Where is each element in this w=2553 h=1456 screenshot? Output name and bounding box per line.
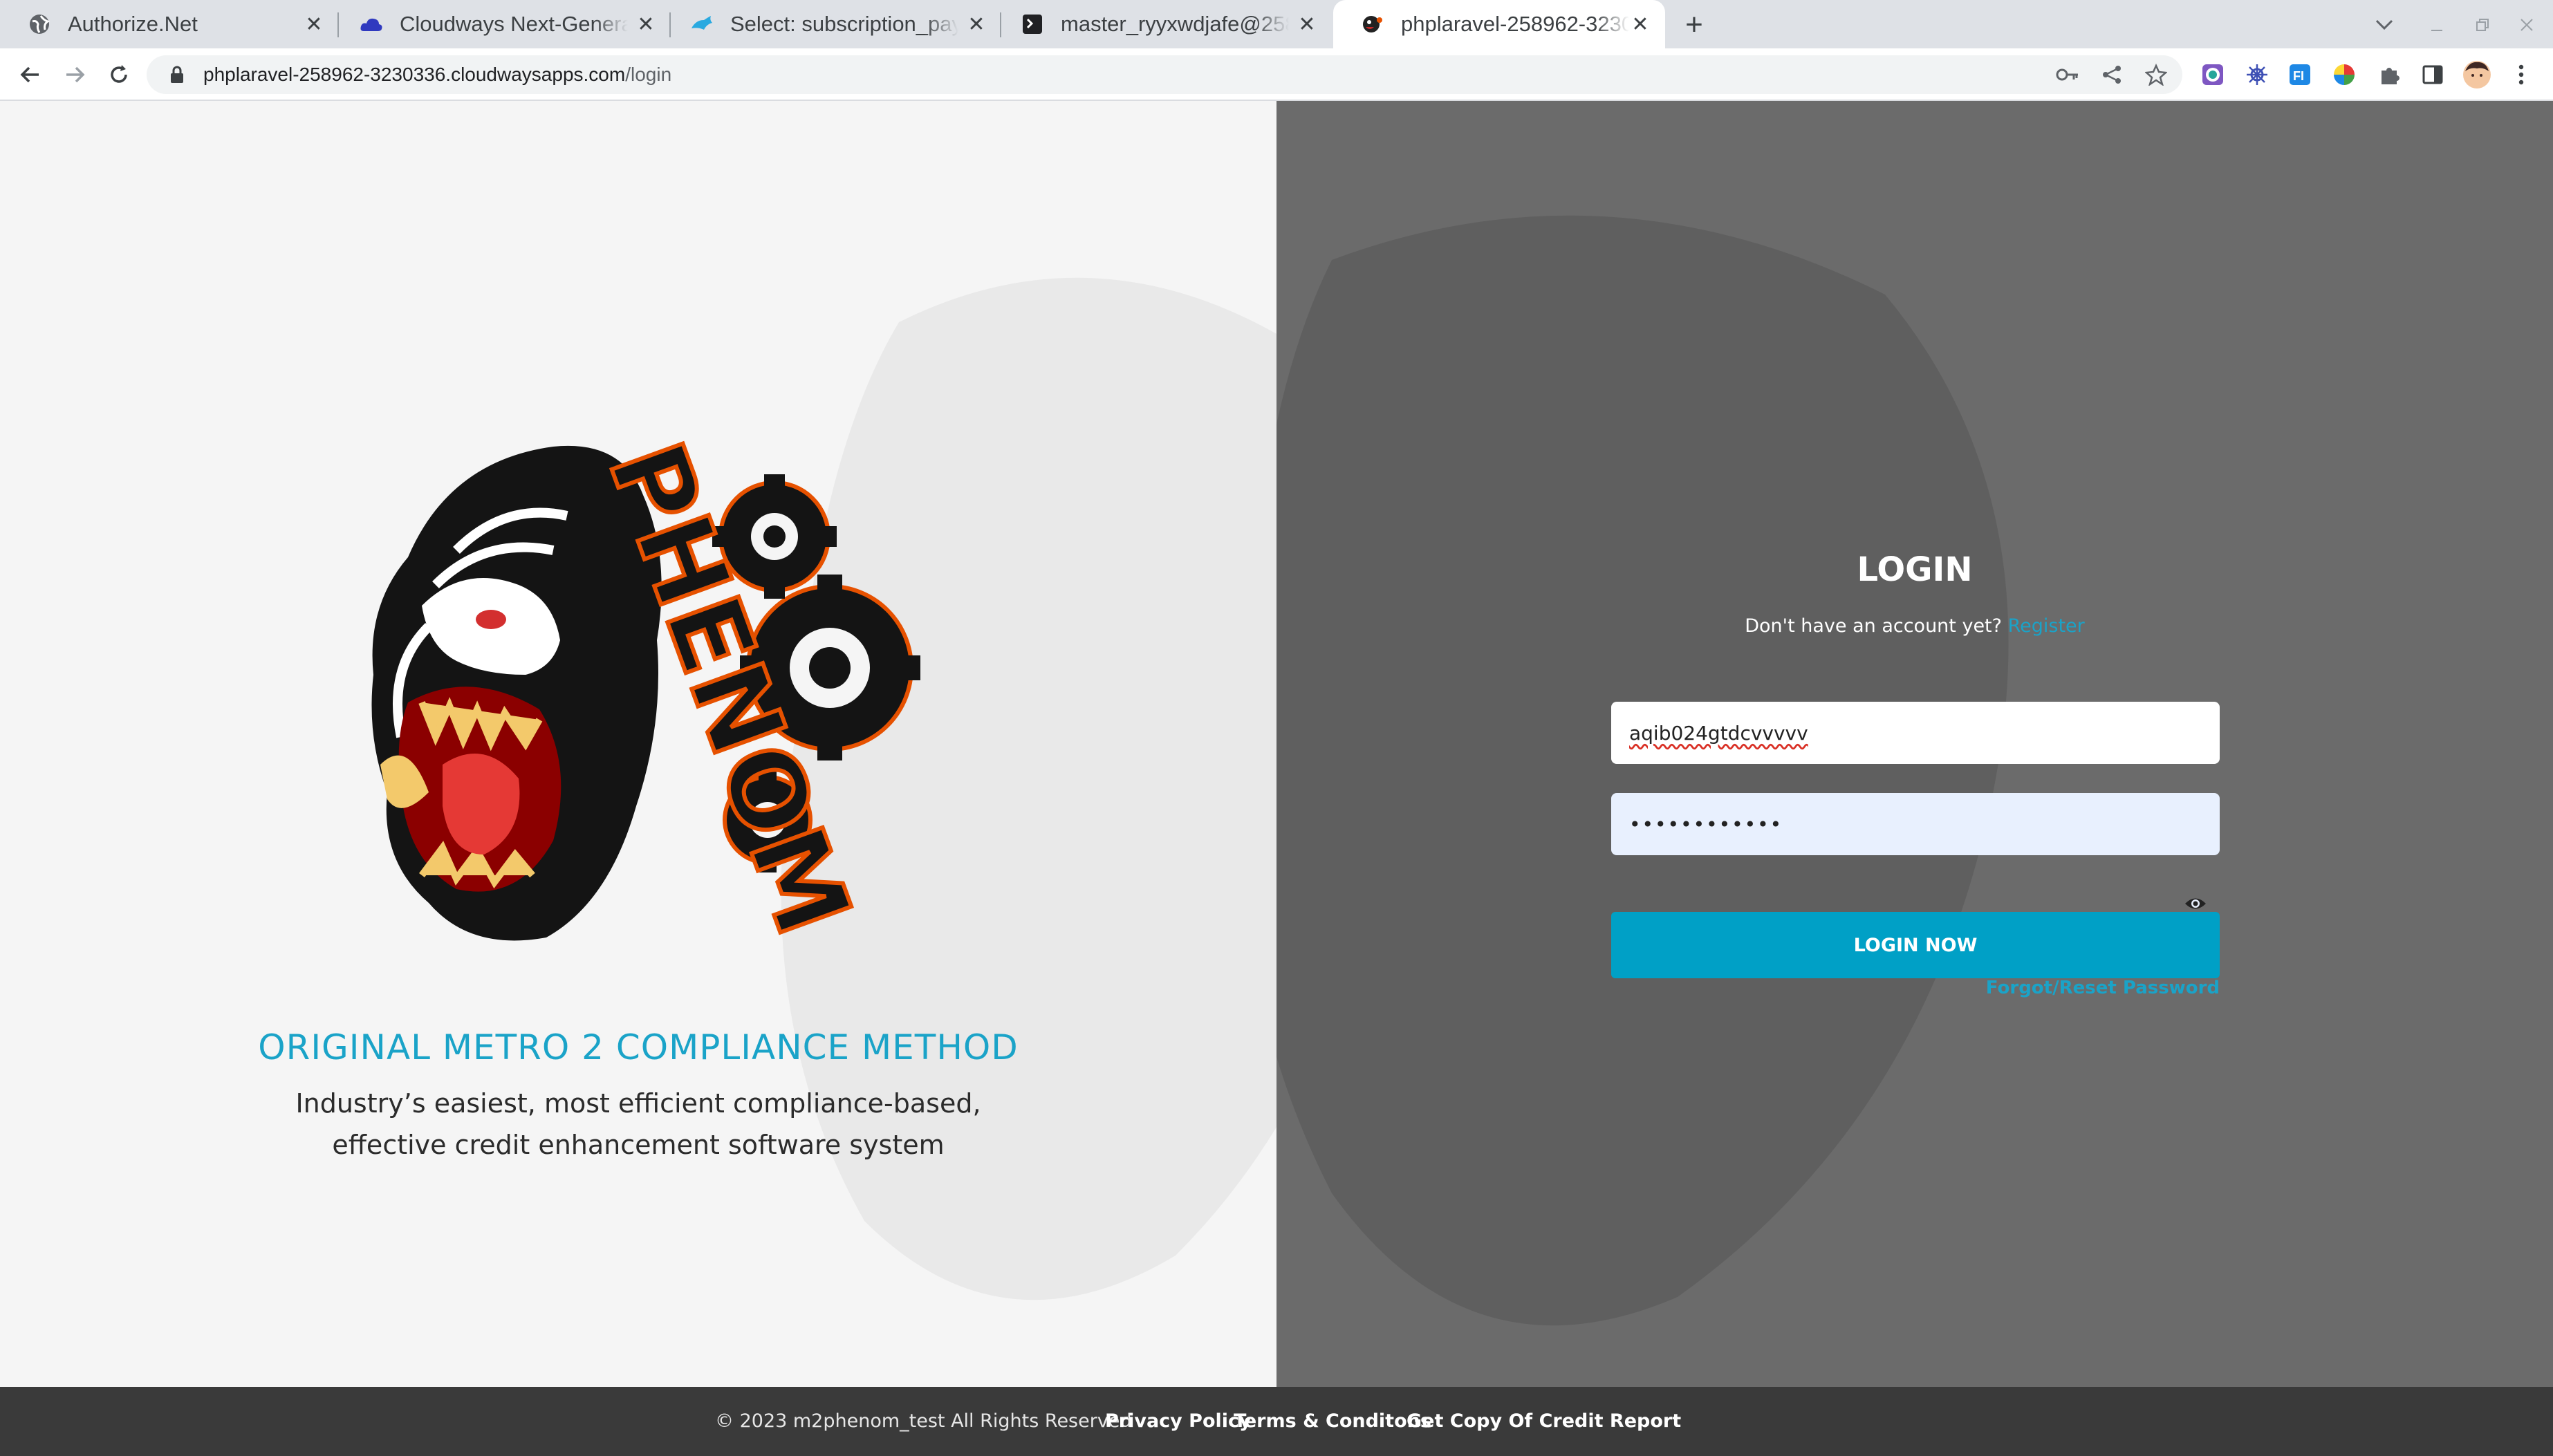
reload-icon[interactable] bbox=[101, 57, 137, 93]
lock-icon bbox=[171, 66, 183, 83]
password-input[interactable]: •••••••••••• bbox=[1611, 793, 2220, 855]
login-page: PHENOM ORIGINAL METRO 2 COMPLIANCE METHO… bbox=[0, 101, 2553, 1387]
tab-terminal[interactable]: master_ryyxwdjafe@258962 ✕ bbox=[993, 0, 1332, 48]
tab-authorize-net[interactable]: Authorize.Net ✕ bbox=[0, 0, 339, 48]
eye-icon[interactable] bbox=[2184, 895, 2207, 913]
forgot-password-link[interactable]: Forgot/Reset Password bbox=[1611, 978, 2220, 998]
side-panel-icon[interactable] bbox=[2416, 58, 2449, 91]
cloudways-icon bbox=[360, 12, 383, 36]
page-footer: © 2023 m2phenom_test All Rights Reserved… bbox=[0, 1387, 2553, 1456]
bookmark-star-icon[interactable] bbox=[2139, 58, 2173, 91]
profile-avatar[interactable] bbox=[2460, 58, 2494, 91]
tab-title: Cloudways Next-Generation bbox=[400, 12, 628, 36]
login-now-button[interactable]: LOGIN NOW bbox=[1611, 912, 2220, 978]
extensions-puzzle-icon[interactable] bbox=[2373, 58, 2406, 91]
forward-arrow-icon[interactable] bbox=[57, 57, 93, 93]
password-value: •••••••••••• bbox=[1629, 812, 1783, 836]
svg-text:FI: FI bbox=[2293, 69, 2304, 83]
sparkle-extension-icon[interactable] bbox=[2240, 58, 2274, 91]
menu-kebab-icon[interactable] bbox=[2505, 58, 2538, 91]
username-value: aqib024gtdcvvvvv bbox=[1629, 721, 1808, 745]
register-prompt: Don't have an account yet? Register bbox=[1276, 615, 2553, 637]
color-wheel-extension-icon[interactable] bbox=[2328, 58, 2361, 91]
close-icon[interactable]: ✕ bbox=[301, 12, 326, 37]
back-arrow-icon[interactable] bbox=[12, 57, 48, 93]
gorilla-favicon bbox=[1361, 12, 1384, 36]
tab-title: master_ryyxwdjafe@258962 bbox=[1061, 12, 1289, 36]
close-icon[interactable]: ✕ bbox=[633, 12, 658, 37]
share-icon[interactable] bbox=[2095, 58, 2128, 91]
restore-icon[interactable] bbox=[2466, 8, 2499, 41]
key-icon[interactable] bbox=[2051, 58, 2084, 91]
url-path: /login bbox=[625, 64, 672, 85]
terms-link[interactable]: Terms & Conditons bbox=[1234, 1410, 1431, 1432]
close-icon[interactable]: ✕ bbox=[1294, 12, 1319, 37]
browser-toolbar: phplaravel-258962-3230336.cloudwaysapps.… bbox=[0, 48, 2553, 101]
tab-select-subscription[interactable]: Select: subscription_payments ✕ bbox=[662, 0, 1001, 48]
brand-panel: PHENOM ORIGINAL METRO 2 COMPLIANCE METHO… bbox=[0, 101, 1276, 1387]
username-input[interactable]: aqib024gtdcvvvvv bbox=[1611, 702, 2220, 764]
register-link[interactable]: Register bbox=[2008, 615, 2085, 637]
login-panel: LOGIN Don't have an account yet? Registe… bbox=[1276, 101, 2553, 1387]
close-icon[interactable]: ✕ bbox=[1628, 12, 1653, 37]
privacy-policy-link[interactable]: Privacy Policy bbox=[1105, 1410, 1252, 1432]
tab-phplaravel-login[interactable]: phplaravel-258962-3230336 ✕ bbox=[1333, 0, 1665, 48]
color-picker-extension-icon[interactable] bbox=[2196, 58, 2229, 91]
globe-icon bbox=[28, 12, 51, 36]
register-prompt-text: Don't have an account yet? bbox=[1745, 615, 2002, 637]
copyright-text: © 2023 m2phenom_test All Rights Reserved bbox=[715, 1410, 1132, 1432]
mysql-dolphin-icon bbox=[690, 12, 714, 36]
tab-title: phplaravel-258962-3230336 bbox=[1401, 12, 1629, 36]
chevron-down-icon[interactable] bbox=[2368, 8, 2401, 41]
tab-cloudways[interactable]: Cloudways Next-Generation ✕ bbox=[332, 0, 671, 48]
terminal-icon bbox=[1021, 12, 1044, 36]
url-text: phplaravel-258962-3230336.cloudwaysapps.… bbox=[203, 64, 671, 86]
new-tab-button[interactable]: + bbox=[1678, 8, 1711, 41]
gorilla-watermark bbox=[1276, 215, 2009, 1326]
tagline-line: Industry’s easiest, most efficient compl… bbox=[295, 1088, 981, 1119]
tab-title: Select: subscription_payments bbox=[730, 12, 958, 36]
close-window-icon[interactable] bbox=[2510, 8, 2543, 41]
address-bar[interactable]: phplaravel-258962-3230336.cloudwaysapps.… bbox=[147, 55, 2182, 94]
tagline-body: Industry’s easiest, most efficient compl… bbox=[223, 1083, 1053, 1166]
login-title: LOGIN bbox=[1857, 550, 1973, 589]
tagline-heading: ORIGINAL METRO 2 COMPLIANCE METHOD bbox=[258, 1027, 1019, 1067]
phenom-gorilla-logo: PHENOM bbox=[371, 426, 920, 952]
fi-extension-icon[interactable]: FI bbox=[2283, 58, 2317, 91]
minimize-icon[interactable] bbox=[2420, 8, 2453, 41]
browser-tab-strip: Authorize.Net ✕ Cloudways Next-Generatio… bbox=[0, 0, 2553, 48]
tab-title: Authorize.Net bbox=[68, 12, 198, 36]
url-host: phplaravel-258962-3230336.cloudwaysapps.… bbox=[203, 64, 626, 85]
credit-report-link[interactable]: Get Copy Of Credit Report bbox=[1407, 1410, 1681, 1432]
close-icon[interactable]: ✕ bbox=[964, 12, 989, 37]
tagline-line: effective credit enhancement software sy… bbox=[332, 1130, 945, 1160]
